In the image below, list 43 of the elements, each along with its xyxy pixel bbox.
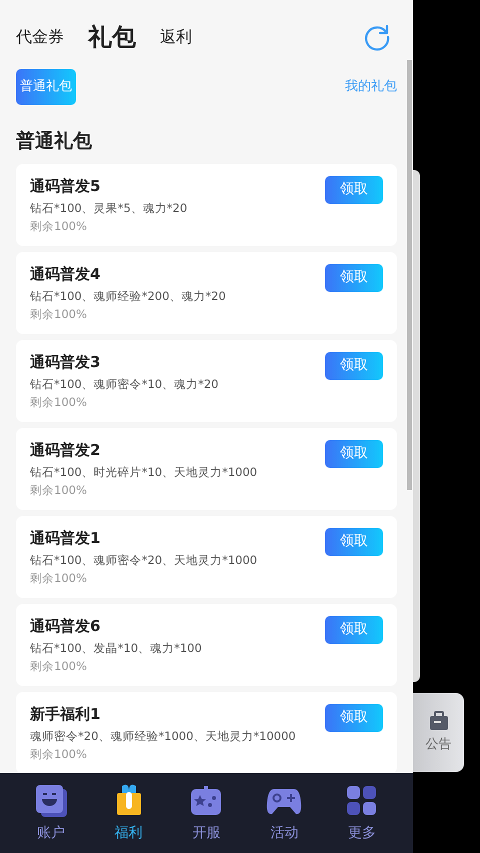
nav-tab[interactable]: 账户 <box>28 773 73 853</box>
remaining-text: 剩余100% <box>30 658 88 672</box>
gift-contents: 钻石*100、魂师经验*200、魂力*20 <box>30 288 226 302</box>
claim-button[interactable]: 领取 <box>325 528 383 556</box>
remaining-text: 剩余100% <box>30 218 88 232</box>
nav-tab[interactable]: 活动 <box>262 773 306 853</box>
gift-title: 通码普发3 <box>30 352 102 372</box>
filter-chip[interactable]: 普通礼包 <box>16 69 76 105</box>
briefcase-icon <box>428 710 448 731</box>
claim-button[interactable]: 领取 <box>325 440 383 468</box>
remaining-text: 剩余100% <box>30 306 88 320</box>
remaining-text: 剩余100% <box>30 394 88 408</box>
claim-button[interactable]: 领取 <box>325 264 383 292</box>
my-gifts-link[interactable]: 我的礼包 <box>345 77 397 97</box>
tab[interactable]: 返利 <box>160 25 192 49</box>
claim-button[interactable]: 领取 <box>325 616 383 644</box>
nav-tab[interactable]: 更多 <box>340 773 384 853</box>
claim-button[interactable]: 领取 <box>325 176 383 204</box>
gift-contents: 钻石*100、魂师密令*10、魂力*20 <box>30 376 218 390</box>
remaining-text: 剩余100% <box>30 746 88 760</box>
gift-contents: 钻石*100、魂师密令*20、天地灵力*1000 <box>30 552 258 566</box>
tab[interactable]: 代金券 <box>16 25 64 49</box>
claim-button[interactable]: 领取 <box>325 704 383 732</box>
scrollbar[interactable] <box>407 60 412 490</box>
remaining-text: 剩余100% <box>30 570 88 584</box>
gift-contents: 钻石*100、灵果*5、魂力*20 <box>30 200 188 214</box>
tab[interactable]: 礼包 <box>88 19 136 55</box>
gift-title: 新手福利1 <box>30 704 102 724</box>
notice-button[interactable]: 公告 <box>413 693 464 772</box>
gift-title: 通码普发4 <box>30 264 102 284</box>
gift-title: 通码普发1 <box>30 528 102 548</box>
nav-tab[interactable]: 开服 <box>184 773 228 853</box>
gift-title: 通码普发2 <box>30 440 102 460</box>
gift-contents: 钻石*100、时光碎片*10、天地灵力*1000 <box>30 464 258 478</box>
nav-tab[interactable]: 福利 <box>106 773 151 853</box>
gift-title: 通码普发5 <box>30 176 102 196</box>
claim-button[interactable]: 领取 <box>325 352 383 380</box>
refresh-icon[interactable] <box>363 23 391 51</box>
gift-contents: 魂师密令*20、魂师经验*1000、天地灵力*10000 <box>30 728 296 742</box>
gift-title: 通码普发6 <box>30 616 102 636</box>
remaining-text: 剩余100% <box>30 482 88 496</box>
gift-contents: 钻石*100、发晶*10、魂力*100 <box>30 640 202 654</box>
section-title: 普通礼包 <box>16 129 93 154</box>
